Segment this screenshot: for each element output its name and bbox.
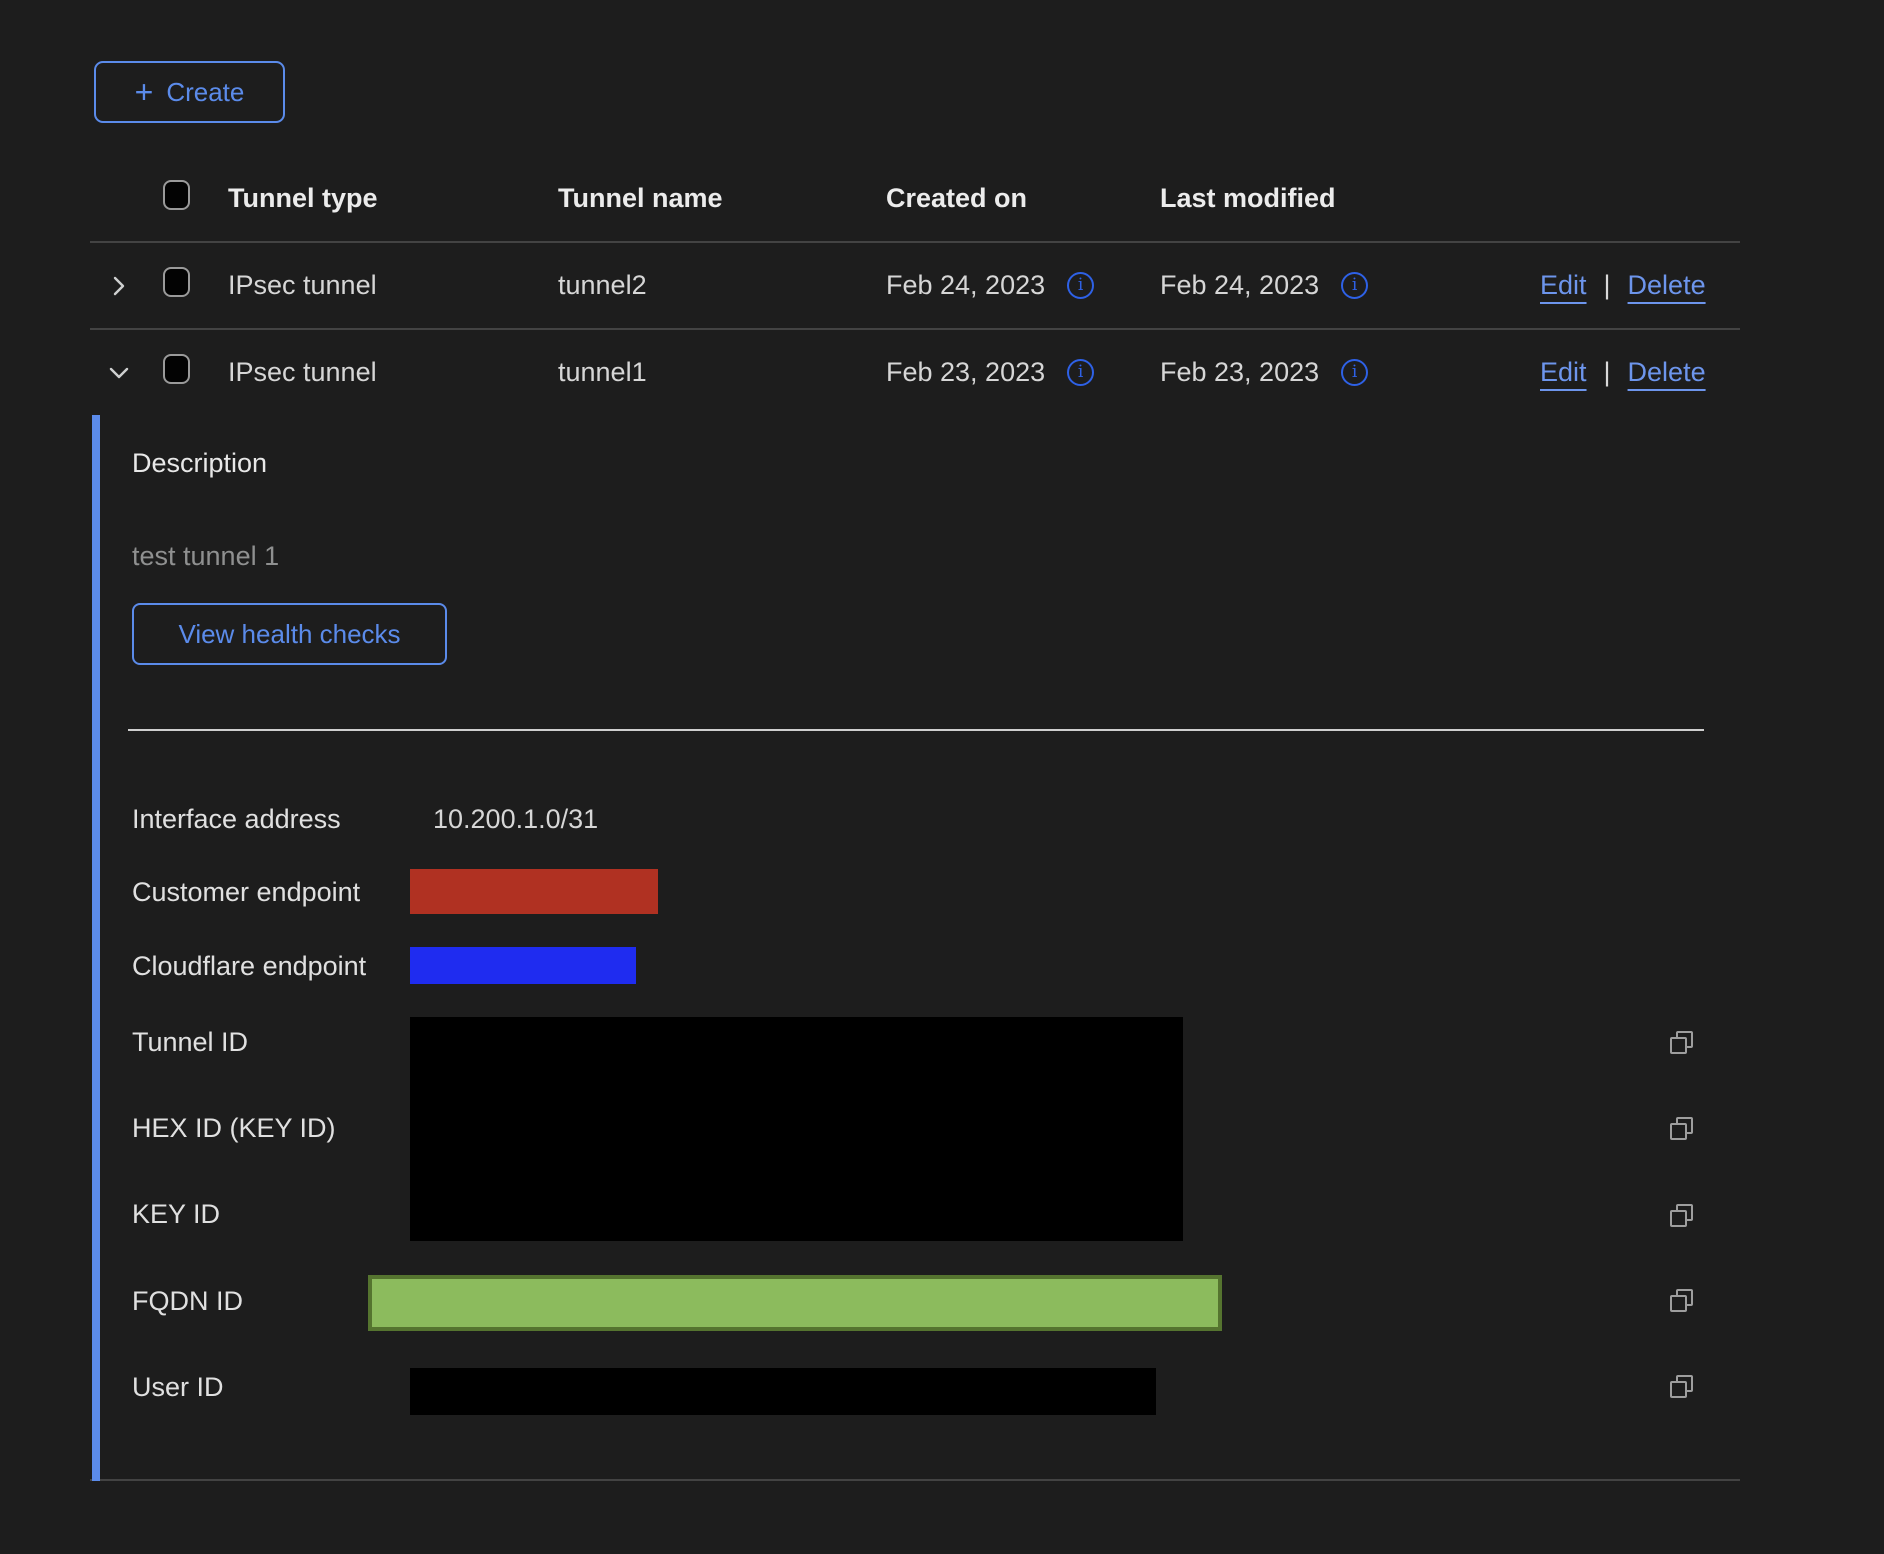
delete-link[interactable]: Delete — [1628, 270, 1706, 301]
interface-address-label: Interface address — [132, 804, 341, 835]
user-id-redaction — [410, 1368, 1156, 1415]
created-on-cell: Feb 23, 2023 — [886, 357, 1045, 388]
key-id-label: KEY ID — [132, 1199, 220, 1230]
table-header: Tunnel type Tunnel name Created on Last … — [90, 155, 1740, 241]
created-on-cell: Feb 24, 2023 — [886, 270, 1045, 301]
expanded-panel: Description test tunnel 1 View health ch… — [90, 415, 1740, 1481]
row-checkbox[interactable] — [163, 354, 190, 384]
actions-separator: | — [1604, 357, 1611, 388]
info-icon[interactable]: i — [1341, 359, 1368, 386]
chevron-down-icon[interactable] — [104, 358, 134, 388]
hex-id-label: HEX ID (KEY ID) — [132, 1113, 336, 1144]
info-icon[interactable]: i — [1067, 359, 1094, 386]
description-label: Description — [132, 448, 267, 479]
tunnels-table: Tunnel type Tunnel name Created on Last … — [90, 155, 1740, 1481]
description-value: test tunnel 1 — [132, 541, 279, 572]
tunnel-name-cell: tunnel2 — [558, 270, 886, 301]
fqdn-id-redaction — [368, 1275, 1222, 1331]
last-modified-cell: Feb 23, 2023 — [1160, 357, 1319, 388]
header-created-on: Created on — [886, 183, 1160, 214]
tunnel-name-cell: tunnel1 — [558, 357, 886, 388]
view-health-checks-button[interactable]: View health checks — [132, 603, 447, 665]
copy-icon[interactable] — [1666, 1113, 1698, 1145]
tunnel-type-cell: IPsec tunnel — [228, 357, 558, 388]
info-icon[interactable]: i — [1341, 272, 1368, 299]
tunnel-id-redaction — [410, 1017, 1183, 1241]
delete-link[interactable]: Delete — [1628, 357, 1706, 388]
table-row-tunnel2: IPsec tunnel tunnel2 Feb 24, 2023 i Feb … — [90, 243, 1740, 328]
ipsec-tunnels-page: + Create Tunnel type Tunnel name Created… — [0, 0, 1884, 1554]
fqdn-id-label: FQDN ID — [132, 1286, 243, 1317]
table-row-tunnel1: IPsec tunnel tunnel1 Feb 23, 2023 i Feb … — [90, 330, 1740, 415]
customer-endpoint-label: Customer endpoint — [132, 877, 360, 908]
copy-icon[interactable] — [1666, 1200, 1698, 1232]
cloudflare-endpoint-label: Cloudflare endpoint — [132, 951, 366, 982]
expanded-accent-bar — [92, 415, 100, 1481]
select-all-checkbox[interactable] — [163, 180, 190, 210]
last-modified-cell: Feb 24, 2023 — [1160, 270, 1319, 301]
row-checkbox[interactable] — [163, 267, 190, 297]
edit-link[interactable]: Edit — [1540, 357, 1587, 388]
interface-address-value: 10.200.1.0/31 — [433, 804, 598, 835]
chevron-right-icon[interactable] — [104, 271, 134, 301]
info-icon[interactable]: i — [1067, 272, 1094, 299]
section-divider — [128, 729, 1704, 731]
cloudflare-endpoint-redaction — [410, 947, 636, 984]
tunnel-id-label: Tunnel ID — [132, 1027, 248, 1058]
actions-separator: | — [1604, 270, 1611, 301]
user-id-label: User ID — [132, 1372, 224, 1403]
create-button[interactable]: + Create — [94, 61, 285, 123]
header-tunnel-name: Tunnel name — [558, 183, 886, 214]
header-tunnel-type: Tunnel type — [228, 183, 558, 214]
tunnel-type-cell: IPsec tunnel — [228, 270, 558, 301]
edit-link[interactable]: Edit — [1540, 270, 1587, 301]
copy-icon[interactable] — [1666, 1285, 1698, 1317]
copy-icon[interactable] — [1666, 1371, 1698, 1403]
plus-icon: + — [135, 76, 154, 108]
header-last-modified: Last modified — [1160, 183, 1540, 214]
customer-endpoint-redaction — [410, 869, 658, 914]
copy-icon[interactable] — [1666, 1027, 1698, 1059]
create-button-label: Create — [166, 77, 244, 108]
